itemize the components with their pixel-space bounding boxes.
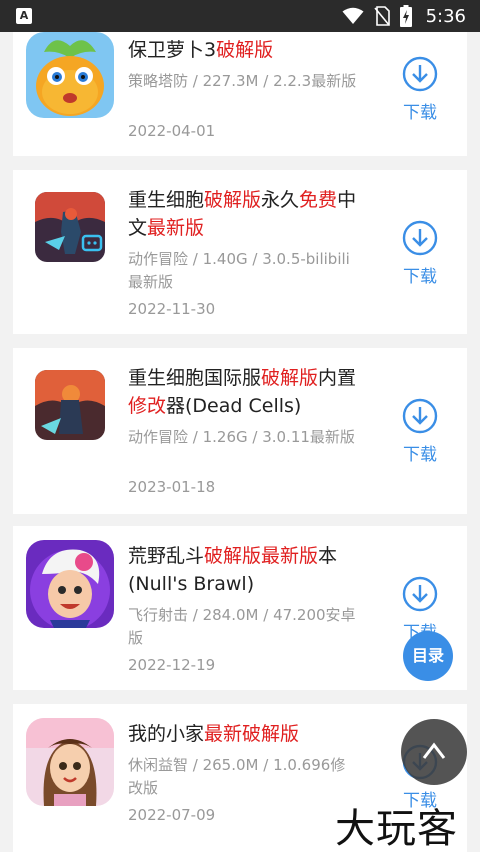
- list-item[interactable]: 重生细胞国际服破解版内置修改器(Dead Cells) 动作冒险 / 1.26G…: [13, 348, 467, 514]
- app-date: 2022-11-30: [128, 300, 216, 318]
- back-to-top-button[interactable]: [401, 719, 467, 785]
- app-title[interactable]: 重生细胞国际服破解版内置修改器(Dead Cells): [128, 364, 360, 420]
- app-date: 2022-07-09: [128, 806, 216, 824]
- download-label: 下载: [403, 445, 437, 465]
- app-meta: 飞行射击 / 284.0M / 47.200安卓版: [128, 606, 356, 647]
- carrot-game-icon: [26, 32, 114, 118]
- download-label: 下载: [403, 103, 437, 123]
- chevron-up-icon: [422, 742, 446, 759]
- app-list[interactable]: 保卫萝卜3破解版 策略塔防 / 227.3M / 2.2.3最新版 2022-0…: [0, 32, 480, 852]
- dead-cells-bilibili-icon: [35, 192, 105, 262]
- app-date: 2022-04-01: [128, 122, 216, 140]
- nulls-brawl-icon: [26, 540, 114, 628]
- app-notification-icon: A: [16, 8, 32, 24]
- status-bar: A 5:36: [0, 0, 480, 32]
- app-date: 2022-12-19: [128, 656, 216, 674]
- battery-charging-icon: [399, 5, 412, 27]
- download-button[interactable]: 下载: [395, 220, 445, 287]
- download-icon: [402, 56, 438, 92]
- download-label: 下载: [403, 267, 437, 287]
- app-title[interactable]: 荒野乱斗破解版最新版本(Null's Brawl): [128, 542, 360, 598]
- download-button[interactable]: 下载: [395, 56, 445, 123]
- download-icon: [402, 220, 438, 256]
- app-date: 2023-01-18: [128, 478, 216, 496]
- status-time: 5:36: [425, 5, 466, 27]
- wifi-icon: [342, 7, 364, 24]
- my-home-game-icon: [26, 718, 114, 806]
- watermark-logo: 大玩客: [335, 806, 458, 852]
- app-meta: 动作冒险 / 1.26G / 3.0.11最新版: [128, 428, 355, 446]
- status-icons: 5:36: [342, 0, 466, 32]
- list-item[interactable]: 保卫萝卜3破解版 策略塔防 / 227.3M / 2.2.3最新版 2022-0…: [13, 32, 467, 156]
- no-sim-icon: [373, 6, 390, 26]
- app-title[interactable]: 保卫萝卜3破解版: [128, 36, 360, 64]
- app-meta: 策略塔防 / 227.3M / 2.2.3最新版: [128, 72, 357, 90]
- app-title[interactable]: 重生细胞破解版永久免费中文最新版: [128, 186, 360, 242]
- app-meta: 休闲益智 / 265.0M / 1.0.696修改版: [128, 756, 346, 797]
- download-button[interactable]: 下载: [395, 398, 445, 465]
- dead-cells-icon: [35, 370, 105, 440]
- list-item[interactable]: 重生细胞破解版永久免费中文最新版 动作冒险 / 1.40G / 3.0.5-bi…: [13, 170, 467, 334]
- app-title[interactable]: 我的小家最新破解版: [128, 720, 360, 748]
- list-item[interactable]: 荒野乱斗破解版最新版本(Null's Brawl) 飞行射击 / 284.0M …: [13, 526, 467, 690]
- app-meta: 动作冒险 / 1.40G / 3.0.5-bilibili最新版: [128, 250, 350, 291]
- download-icon: [402, 398, 438, 434]
- download-icon: [402, 576, 438, 612]
- toc-button[interactable]: 目录: [403, 631, 453, 681]
